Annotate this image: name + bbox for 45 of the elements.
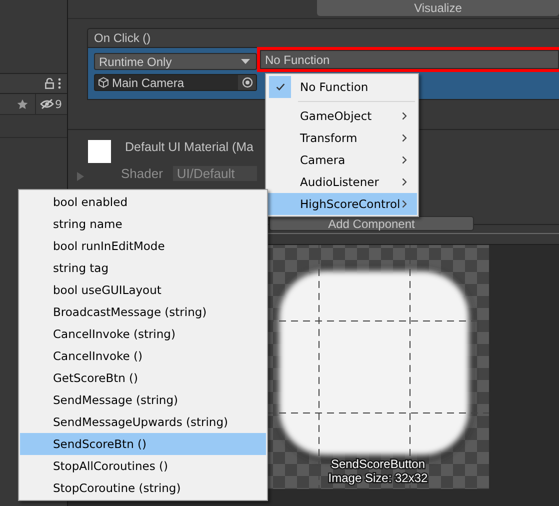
object-field[interactable]: Main Camera [94, 74, 257, 91]
menu-item[interactable]: GameObject [267, 105, 417, 127]
event-title: On Click () [94, 31, 151, 45]
menu-item[interactable]: No Function [267, 76, 417, 98]
image-size-label: Image Size: 32x32 [328, 471, 428, 485]
cube-icon [98, 77, 109, 88]
lock-icon[interactable] [45, 78, 54, 89]
menu-item[interactable]: CancelInvoke (string) [20, 323, 266, 345]
hidden-count: 9 [55, 98, 62, 110]
menu-item[interactable]: AudioListener [267, 171, 417, 193]
runtime-dropdown[interactable]: Runtime Only [94, 53, 257, 70]
menu-item[interactable]: SendMessageUpwards (string) [20, 411, 266, 433]
checkmark-icon [276, 83, 284, 91]
chevron-right-icon [402, 112, 407, 120]
menu-item[interactable]: SendMessage (string) [20, 389, 266, 411]
chevron-right-icon [402, 200, 407, 208]
star-icon[interactable] [17, 98, 28, 110]
object-picker-icon[interactable] [242, 77, 252, 88]
menu-item[interactable]: Camera [267, 149, 417, 171]
material-swatch [88, 140, 111, 163]
chevron-right-icon [402, 134, 407, 142]
menu-item[interactable]: GetScoreBtn () [20, 367, 266, 389]
menu-item[interactable]: bool useGUILayout [20, 279, 266, 301]
function-dropdown[interactable]: No Function [260, 50, 559, 69]
menu-item[interactable]: HighScoreControl [267, 193, 417, 215]
menu-item[interactable]: bool enabled [20, 191, 266, 213]
material-name: Default UI Material (Ma [125, 140, 254, 156]
add-component-button[interactable]: Add Component [269, 216, 474, 231]
menu-item[interactable]: string name [20, 213, 266, 235]
shader-label: Shader [121, 166, 163, 181]
sprite-name: SendScoreButton [330, 457, 426, 471]
chevron-right-icon [402, 156, 407, 164]
chevron-right-icon [402, 178, 407, 186]
menu-item[interactable]: SendScoreBtn () [20, 433, 266, 455]
menu-item[interactable]: StopAllCoroutines () [20, 455, 266, 477]
dropdown-arrow-icon [241, 59, 250, 64]
menu-item[interactable]: CancelInvoke () [20, 345, 266, 367]
menu-item[interactable]: bool runInEditMode [20, 235, 266, 257]
menu-item[interactable]: BroadcastMessage (string) [20, 301, 266, 323]
menu-item[interactable]: string tag [20, 257, 266, 279]
menu-item[interactable]: StopCoroutine (string) [20, 477, 266, 499]
more-options-icon[interactable] [58, 78, 61, 89]
visualize-button[interactable]: Visualize [317, 0, 559, 16]
hidden-eye-icon[interactable] [40, 99, 54, 109]
menu-item[interactable]: Transform [267, 127, 417, 149]
